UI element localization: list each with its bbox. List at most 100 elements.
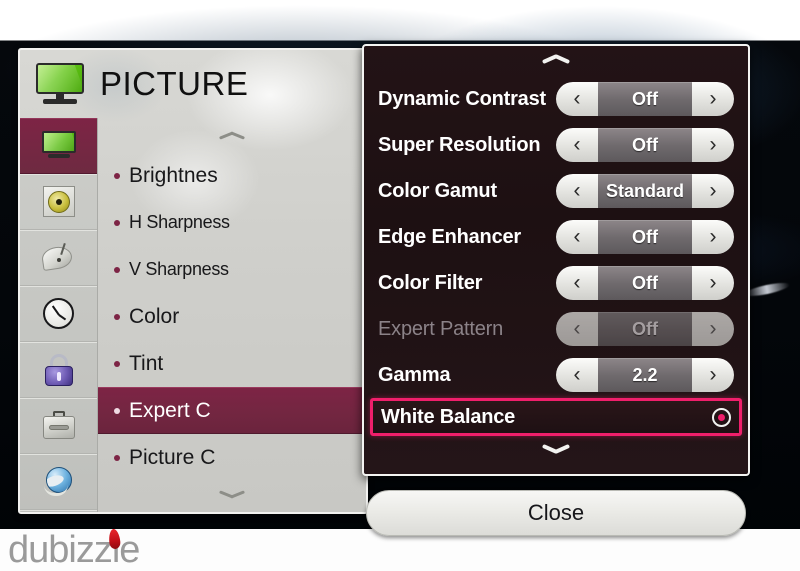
close-button-label: Close [527,500,585,525]
setting-value: Off [632,134,658,155]
menu-body: ? Brightnes H Sharpness V Sharpn [20,118,366,512]
list-item-label: Brightnes [129,163,218,187]
bullet-icon [114,266,120,273]
setting-label: Color Gamut [378,179,497,202]
chevron-left-icon[interactable]: ‹ [556,220,598,254]
dubizzle-watermark: dubizzle [8,528,140,571]
chevron-left-icon[interactable]: ‹ [556,82,598,116]
chevron-right-icon[interactable]: › [692,358,734,392]
setting-label: Expert Pattern [378,317,504,340]
clock-icon [40,297,78,331]
chevron-right-icon: › [692,312,734,346]
picture-item-list: Brightnes H Sharpness V Sharpness Color … [98,118,366,512]
setting-row-white-balance[interactable]: White Balance [370,398,742,436]
setting-value: Off [632,226,658,247]
chevron-right-icon[interactable]: › [692,128,734,162]
list-item-expert-control[interactable]: Expert C [98,387,366,434]
chevron-right-icon[interactable]: › [692,220,734,254]
setting-label: Gamma [378,363,451,386]
list-item-label: H Sharpness [129,212,230,232]
setting-label: Color Filter [378,271,483,294]
list-item[interactable]: Picture C [98,434,366,481]
stepper-edge-enhancer: ‹ Off › [556,220,734,254]
setting-value: Off [632,272,658,293]
chevron-left-icon[interactable]: ‹ [556,358,598,392]
speaker-icon [40,185,78,219]
setting-value: 2.2 [632,364,658,385]
bullet-icon [114,454,120,461]
stepper-color-filter: ‹ Off › [556,266,734,300]
list-item[interactable]: Color [98,293,366,340]
list-item-label: V Sharpness [129,259,229,279]
page-title: PICTURE [100,65,249,102]
setting-row-color-filter: Color Filter ‹ Off › [364,260,748,306]
list-rows: Brightnes H Sharpness V Sharpness Color … [98,152,366,481]
chevron-right-icon[interactable]: › [692,266,734,300]
toolbox-icon [40,409,78,443]
bullet-icon [114,172,120,179]
sidebar-item-network[interactable] [20,454,97,510]
list-scroll-down[interactable] [98,481,366,511]
chevron-left-icon: ‹ [556,312,598,346]
sidebar-item-time[interactable] [20,286,97,342]
satellite-dish-icon [40,241,78,275]
lock-icon [40,353,78,387]
setting-row-gamma: Gamma ‹ 2.2 › [364,352,748,398]
list-item[interactable]: Brightnes [98,152,366,199]
globe-icon [40,465,78,499]
enter-wheel-icon[interactable] [712,407,731,427]
list-item-label: Expert C [129,398,211,422]
setting-value: Off [632,318,658,339]
setting-row-dynamic-contrast: Dynamic Contrast ‹ Off › [364,76,748,122]
chevron-right-icon[interactable]: › [692,174,734,208]
chevron-up-icon [542,54,570,68]
setting-row-expert-pattern: Expert Pattern ‹ Off › [364,306,748,352]
list-item-label: Picture C [129,445,216,469]
close-button[interactable]: Close [366,490,746,536]
sidebar-item-picture[interactable] [20,118,97,174]
bullet-icon [114,407,120,414]
setting-row-super-resolution: Super Resolution ‹ Off › [364,122,748,168]
bullet-icon [114,360,120,367]
setting-label: Edge Enhancer [378,225,521,248]
menu-header: PICTURE [20,50,366,118]
tv-icon [34,63,86,105]
sidebar-item-channel[interactable] [20,230,97,286]
bullet-icon [114,219,120,226]
chevron-right-icon[interactable]: › [692,82,734,116]
setting-row-edge-enhancer: Edge Enhancer ‹ Off › [364,214,748,260]
list-item[interactable]: Tint [98,340,366,387]
list-item-label: Tint [129,351,164,375]
panel-scroll-down[interactable] [364,436,748,466]
category-icon-rail: ? [20,118,98,512]
chevron-left-icon[interactable]: ‹ [556,174,598,208]
setting-label: Dynamic Contrast [378,87,546,110]
list-scroll-up[interactable] [98,122,366,152]
panel-scroll-up[interactable] [364,46,748,76]
list-item[interactable]: V Sharpness [98,246,366,293]
chevron-down-icon [219,490,245,503]
stepper-super-resolution: ‹ Off › [556,128,734,162]
chevron-left-icon[interactable]: ‹ [556,266,598,300]
sidebar-item-audio[interactable] [20,174,97,230]
picture-menu-window: PICTURE Brightnes H Sharpness V Sharpnes… [18,48,368,514]
setting-label: Super Resolution [378,133,541,156]
tv-icon [40,129,78,163]
setting-label: White Balance [381,405,516,428]
watermark-text: dubizzle [8,529,140,571]
setting-value: Off [632,88,658,109]
stepper-color-gamut: ‹ Standard › [556,174,734,208]
sidebar-item-support[interactable]: ? [20,510,97,512]
list-item-label: Color [129,304,180,328]
setting-value: Standard [605,180,684,201]
chevron-down-icon [542,444,570,458]
expert-control-panel: Dynamic Contrast ‹ Off › Super Resolutio… [362,44,750,476]
sidebar-item-option[interactable] [20,398,97,454]
bullet-icon [114,313,120,320]
list-item[interactable]: H Sharpness [98,199,366,246]
stepper-gamma: ‹ 2.2 › [556,358,734,392]
stepper-expert-pattern: ‹ Off › [556,312,734,346]
chevron-left-icon[interactable]: ‹ [556,128,598,162]
sidebar-item-lock[interactable] [20,342,97,398]
chevron-up-icon [219,131,245,144]
